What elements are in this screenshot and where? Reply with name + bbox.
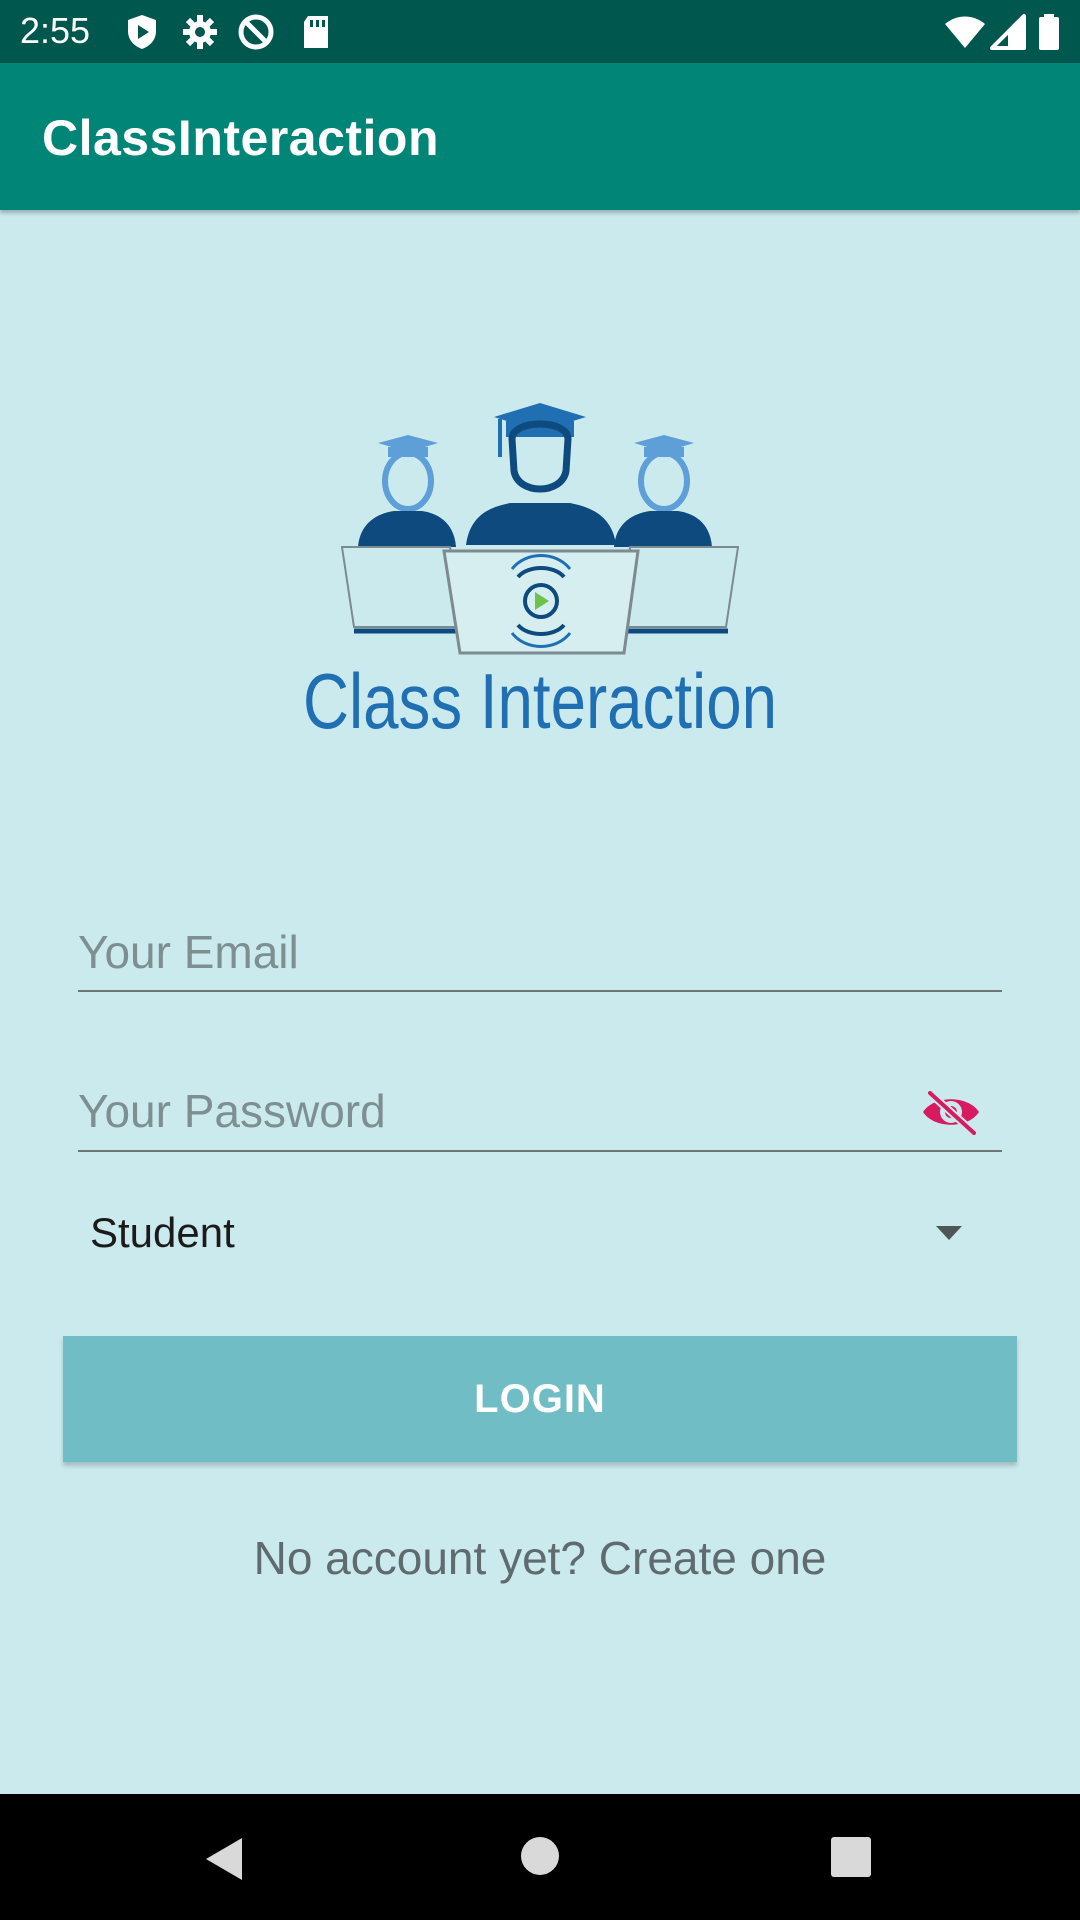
right-student-icon <box>614 435 712 547</box>
vpn-icon <box>236 12 276 52</box>
left-student-icon <box>358 435 456 547</box>
play-protect-icon <box>122 12 162 52</box>
wifi-icon <box>944 12 986 52</box>
recents-icon[interactable] <box>830 1836 872 1883</box>
battery-icon <box>1036 12 1062 52</box>
login-button-label: LOGIN <box>474 1376 606 1421</box>
dropdown-arrow-icon <box>934 1224 964 1242</box>
logo-text: Class Interaction <box>303 657 777 740</box>
login-button[interactable]: LOGIN <box>63 1336 1017 1462</box>
center-student-icon <box>466 403 616 545</box>
status-time: 2:55 <box>20 10 91 51</box>
email-field[interactable]: Your Email <box>78 910 1002 992</box>
home-icon[interactable] <box>520 1836 560 1881</box>
system-nav-bar <box>0 1794 1080 1920</box>
settings-gear-icon <box>180 12 220 52</box>
create-account-link[interactable]: No account yet? Create one <box>0 1530 1080 1586</box>
status-bar: 2:55 <box>0 0 1080 63</box>
role-selected-value: Student <box>90 1209 235 1256</box>
eye-off-icon[interactable] <box>920 1087 982 1137</box>
password-placeholder: Your Password <box>78 1085 386 1137</box>
app-title: ClassInteraction <box>42 110 440 166</box>
cellular-signal-icon <box>990 12 1030 52</box>
role-dropdown[interactable]: Student <box>78 1200 1002 1266</box>
email-placeholder: Your Email <box>78 926 299 978</box>
sd-card-icon <box>296 12 336 52</box>
app-bar: ClassInteraction <box>0 63 1080 210</box>
password-field[interactable]: Your Password <box>78 1065 1002 1152</box>
back-icon[interactable] <box>204 1836 246 1887</box>
class-interaction-logo: Class Interaction <box>290 395 790 745</box>
